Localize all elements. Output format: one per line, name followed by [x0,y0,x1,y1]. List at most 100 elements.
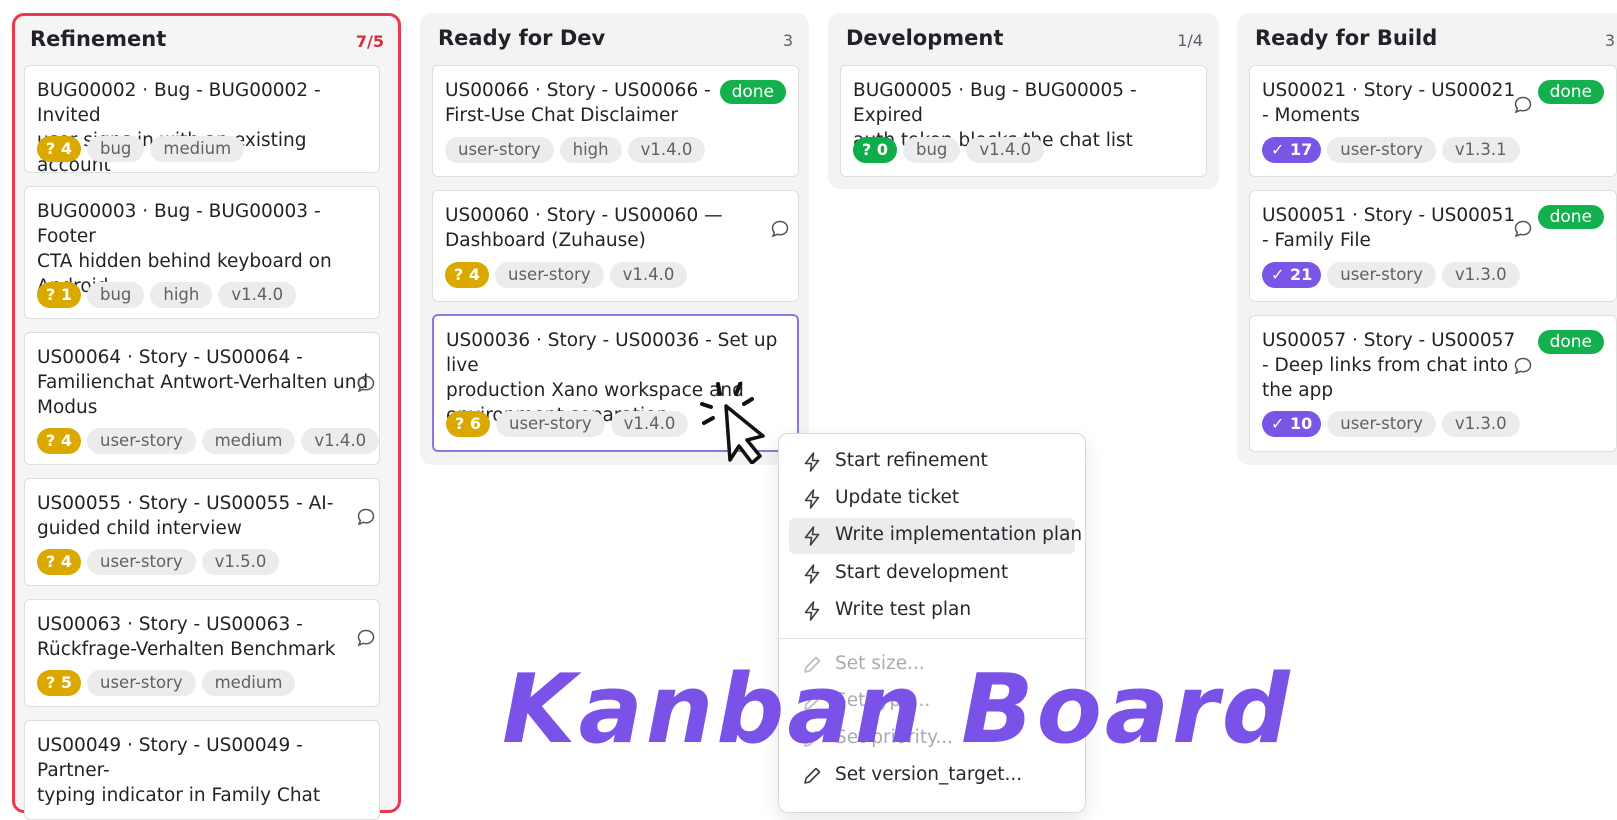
card-tags: ? 4 user-story v1.4.0 [445,262,688,288]
column-header: Development 1/4 [828,13,1219,65]
column-count: 3 [782,31,793,50]
tag: bug [86,136,145,162]
tag: v1.5.0 [201,549,280,575]
card-tags: ✓ 10 user-story v1.3.0 [1262,411,1520,437]
tag: high [150,282,213,308]
column-count: 3 [1604,31,1615,50]
ticket-card[interactable]: BUG00003 · Bug - BUG00003 - Footer CTA h… [24,186,380,319]
tag: user-story [86,670,196,696]
card-title: US00051 · Story - US00051 - Family File [1262,205,1516,251]
tag: user-story [445,137,554,163]
menu-item-label: Write implementation plan [835,524,1083,545]
menu-item-start-refinement[interactable]: Start refinement [789,444,1075,480]
tag: medium [201,428,296,454]
ticket-card[interactable]: BUG00002 · Bug - BUG00002 - Invited user… [24,65,380,176]
comment-icon [356,507,376,527]
comment-icon [356,374,376,394]
comment-icon [356,628,376,648]
status-badge: done [1537,330,1604,354]
ticket-card[interactable]: US00055 · Story - US00055 - AI- guided c… [24,478,380,586]
tag: user-story [86,549,196,575]
tag: medium [150,136,245,162]
card-tags: ✓ 17 user-story v1.3.1 [1262,137,1520,163]
column-ready-for-build: Ready for Build 3 US00021 · Story - US00… [1237,13,1617,465]
estimate-badge: ? 4 [37,136,81,162]
lightning-icon [801,563,823,585]
card-title: US00055 · Story - US00055 - AI- guided c… [37,493,334,539]
kanban-board: Refinement 7/5 BUG00002 · Bug - BUG00002… [0,0,1617,820]
menu-item-write-implementation-plan[interactable]: Write implementation plan [789,518,1082,554]
card-tags: ✓ 21 user-story v1.3.0 [1262,262,1520,288]
menu-item-label: Set version_target... [835,764,1023,785]
comment-icon [1513,356,1533,376]
estimate-badge: ? 4 [445,262,489,288]
column-refinement: Refinement 7/5 BUG00002 · Bug - BUG00002… [12,13,401,820]
ticket-card[interactable]: US00049 · Story - US00049 - Partner- typ… [24,720,380,820]
lightning-icon [801,451,823,473]
tag: medium [201,670,296,696]
menu-item-label: Start development [835,562,1009,583]
pointer-cursor-icon [700,380,780,465]
tag: v1.3.0 [1441,262,1520,288]
estimate-badge: ? 4 [37,549,81,575]
lightning-icon [801,525,823,547]
status-badge: done [1537,80,1604,104]
column-header: Refinement 7/5 [15,16,398,68]
tag: v1.4.0 [610,411,689,437]
estimate-badge: ? 1 [37,282,81,308]
tag: v1.4.0 [609,262,688,288]
estimate-badge: ? 0 [853,137,897,163]
menu-item-update-ticket[interactable]: Update ticket [789,481,1075,517]
tag: high [559,137,622,163]
card-tags: ? 6 user-story v1.4.0 [446,411,689,437]
column-development: Development 1/4 BUG00005 · Bug - BUG0000… [828,13,1219,189]
card-title: US00064 · Story - US00064 - Familienchat… [37,347,369,418]
tag: v1.4.0 [966,137,1045,163]
column-title: Ready for Build [1255,26,1438,50]
comment-icon [1513,219,1533,239]
done-count-badge: ✓ 21 [1262,262,1322,288]
column-count: 7/5 [355,32,384,51]
card-tags: ? 0 bug v1.4.0 [853,137,1045,163]
comment-icon [1513,95,1533,115]
menu-item-write-test-plan[interactable]: Write test plan [789,593,1075,629]
ticket-card[interactable]: US00021 · Story - US00021 - Moments done… [1249,65,1617,177]
pencil-icon [801,765,823,787]
tag: user-story [1327,262,1436,288]
card-tags: ? 5 user-story medium [37,670,296,696]
column-title: Ready for Dev [438,26,606,50]
tag: bug [86,282,145,308]
column-count: 1/4 [1177,31,1203,50]
menu-item-label: Start refinement [835,450,988,471]
tag: user-story [494,262,604,288]
ticket-card[interactable]: US00066 · Story - US00066 - First-Use Ch… [432,65,799,177]
tag: v1.4.0 [218,282,297,308]
estimate-badge: ? 6 [446,411,490,437]
column-title: Refinement [30,27,167,51]
estimate-badge: ? 5 [37,670,81,696]
tag: v1.4.0 [627,137,706,163]
estimate-badge: ? 4 [37,428,81,454]
done-count-badge: ✓ 10 [1262,411,1322,437]
ticket-card[interactable]: BUG00005 · Bug - BUG00005 - Expired auth… [840,65,1207,177]
ticket-card[interactable]: US00057 · Story - US00057 - Deep links f… [1249,315,1617,452]
ticket-card[interactable]: US00064 · Story - US00064 - Familienchat… [24,332,380,465]
column-header: Ready for Build 3 [1237,13,1617,65]
ticket-card[interactable]: US00060 · Story - US00060 — Dashboard (Z… [432,190,799,302]
tag: user-story [1327,137,1436,163]
comment-icon [770,219,790,239]
column-title: Development [846,26,1004,50]
tag: v1.3.1 [1441,137,1520,163]
tag: user-story [495,411,605,437]
tag: bug [902,137,961,163]
overlay-title: Kanban Board [502,655,1293,765]
card-title: US00060 · Story - US00060 — Dashboard (Z… [445,205,723,251]
card-title: US00066 · Story - US00066 - First-Use Ch… [445,80,711,126]
ticket-card[interactable]: US00063 · Story - US00063 - Rückfrage-Ve… [24,599,380,707]
card-tags: ? 4 user-story medium v1.4.0 [37,428,380,454]
card-title: US00021 · Story - US00021 - Moments [1262,80,1516,126]
menu-item-start-development[interactable]: Start development [789,556,1075,592]
ticket-card[interactable]: US00051 · Story - US00051 - Family File … [1249,190,1617,302]
menu-divider [779,638,1085,639]
card-title: US00057 · Story - US00057 - Deep links f… [1262,330,1516,401]
